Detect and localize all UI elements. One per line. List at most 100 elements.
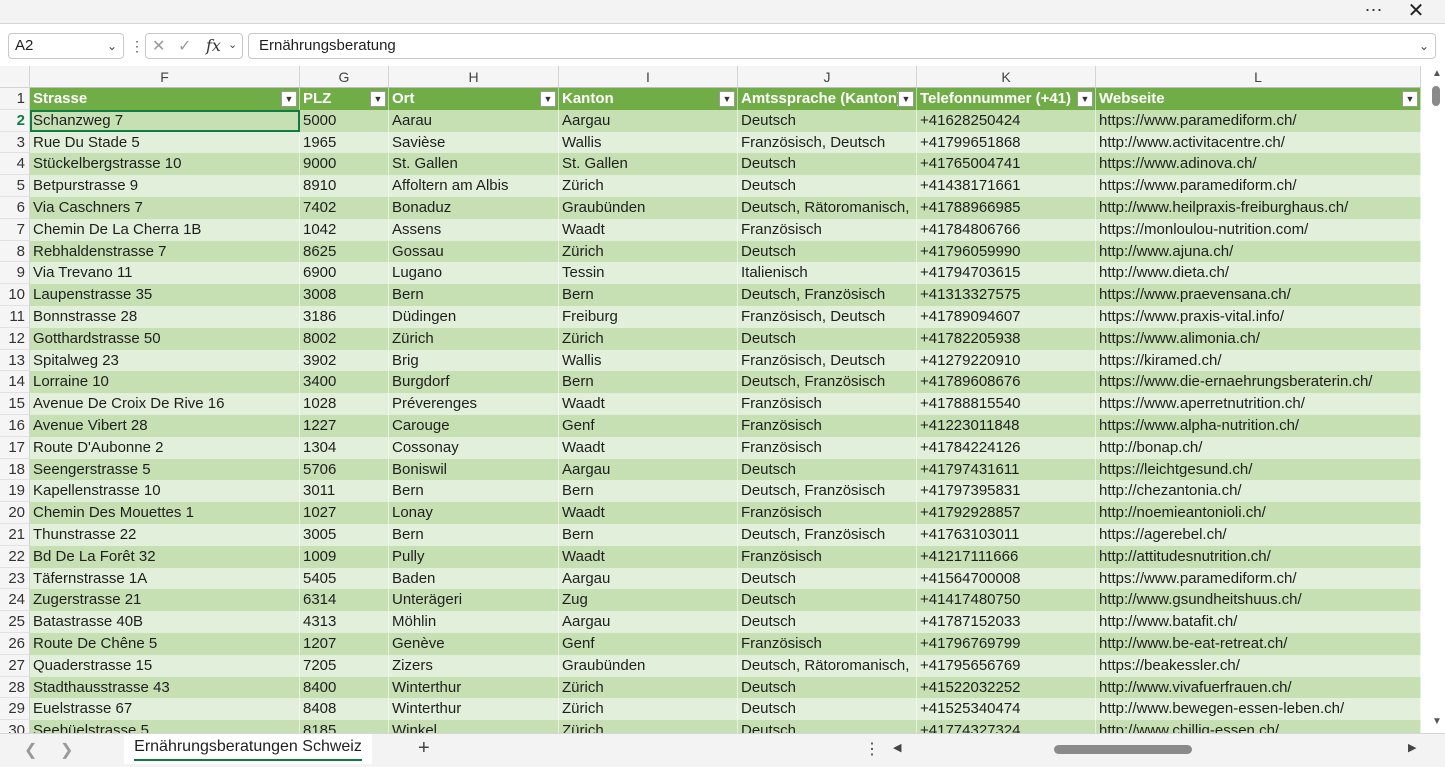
table-cell[interactable]: Deutsch: [738, 240, 917, 263]
table-cell[interactable]: https://www.praxis-vital.info/: [1096, 306, 1421, 328]
table-cell[interactable]: https://leichtgesund.ch/: [1096, 458, 1421, 481]
table-cell[interactable]: +41628250424: [917, 109, 1096, 132]
table-cell[interactable]: Genf: [559, 415, 738, 437]
table-cell[interactable]: Winterthur: [389, 698, 559, 721]
vertical-scroll-thumb[interactable]: [1432, 86, 1440, 106]
row-number[interactable]: 25: [0, 611, 30, 633]
table-cell[interactable]: Laupenstrasse 35: [30, 284, 300, 306]
table-cell[interactable]: 7205: [300, 654, 389, 677]
table-cell[interactable]: +41774327324: [917, 720, 1096, 733]
table-cell[interactable]: 5000: [300, 109, 389, 132]
column-header-j[interactable]: J: [738, 66, 917, 88]
table-cell[interactable]: Französisch: [738, 393, 917, 415]
table-cell[interactable]: 5706: [300, 458, 389, 481]
table-cell[interactable]: +41792928857: [917, 502, 1096, 524]
table-cell[interactable]: http://www.dieta.ch/: [1096, 262, 1421, 285]
table-cell[interactable]: Stadthausstrasse 43: [30, 676, 300, 699]
horizontal-scroll-thumb[interactable]: [1054, 745, 1192, 754]
sheet-tab-active[interactable]: Ernährungsberatungen Schweiz: [124, 734, 372, 764]
table-cell[interactable]: +41223011848: [917, 415, 1096, 437]
sheet-options-icon[interactable]: ⋮: [864, 739, 880, 759]
scroll-left-icon[interactable]: ◀: [893, 741, 901, 754]
table-cell[interactable]: Aargau: [559, 109, 738, 132]
expand-formula-icon[interactable]: ⌄: [1419, 34, 1429, 58]
table-cell[interactable]: 1227: [300, 415, 389, 437]
table-cell[interactable]: Seebüelstrasse 5: [30, 720, 300, 733]
table-cell[interactable]: Winterthur: [389, 676, 559, 699]
row-number[interactable]: 3: [0, 131, 30, 154]
table-cell[interactable]: Quaderstrasse 15: [30, 654, 300, 677]
table-cell[interactable]: Deutsch: [738, 589, 917, 612]
row-number[interactable]: 5: [0, 175, 30, 197]
table-cell[interactable]: Aargau: [559, 611, 738, 633]
table-cell[interactable]: http://www.gsundheitshuus.ch/: [1096, 589, 1421, 612]
filter-dropdown-icon[interactable]: ▼: [719, 91, 735, 107]
table-cell[interactable]: Zürich: [559, 676, 738, 699]
table-cell[interactable]: 1207: [300, 633, 389, 655]
table-cell[interactable]: Bern: [389, 480, 559, 503]
table-cell[interactable]: Französisch, Deutsch: [738, 131, 917, 154]
table-cell[interactable]: 6314: [300, 589, 389, 612]
table-cell[interactable]: +41313327575: [917, 284, 1096, 306]
table-cell[interactable]: 9000: [300, 153, 389, 176]
table-cell[interactable]: Via Trevano 11: [30, 262, 300, 285]
table-cell[interactable]: Avenue Vibert 28: [30, 415, 300, 437]
table-cell[interactable]: https://www.paramediform.ch/: [1096, 567, 1421, 590]
table-cell[interactable]: Zürich: [389, 327, 559, 350]
table-header-cell[interactable]: PLZ ▼: [300, 88, 389, 110]
row-number[interactable]: 17: [0, 436, 30, 459]
table-cell[interactable]: Zürich: [559, 720, 738, 733]
table-cell[interactable]: Zizers: [389, 654, 559, 677]
table-header-cell[interactable]: Amtssprache (Kanton) ▼: [738, 88, 917, 110]
check-icon[interactable]: ✓: [178, 36, 191, 56]
table-cell[interactable]: +41796769799: [917, 633, 1096, 655]
table-cell[interactable]: Cossonay: [389, 436, 559, 459]
table-cell[interactable]: Stückelbergstrasse 10: [30, 153, 300, 176]
table-cell[interactable]: http://www.bewegen-essen-leben.ch/: [1096, 698, 1421, 721]
table-cell[interactable]: 8625: [300, 240, 389, 263]
next-sheet-icon[interactable]: ❯: [60, 740, 73, 760]
chevron-down-icon[interactable]: ⌄: [107, 34, 117, 58]
table-cell[interactable]: +41797395831: [917, 480, 1096, 503]
column-header-l[interactable]: L: [1096, 66, 1421, 88]
table-cell[interactable]: 1009: [300, 545, 389, 568]
table-cell[interactable]: Zürich: [559, 698, 738, 721]
table-cell[interactable]: Pully: [389, 545, 559, 568]
table-cell[interactable]: 3005: [300, 524, 389, 546]
table-cell[interactable]: http://chezantonia.ch/: [1096, 480, 1421, 503]
table-cell[interactable]: Waadt: [559, 436, 738, 459]
table-cell[interactable]: http://www.ajuna.ch/: [1096, 240, 1421, 263]
table-cell[interactable]: http://noemieantonioli.ch/: [1096, 502, 1421, 524]
formula-bar-menu-icon[interactable]: ⋮: [130, 38, 144, 54]
table-cell[interactable]: 8185: [300, 720, 389, 733]
column-header-k[interactable]: K: [917, 66, 1096, 88]
table-cell[interactable]: http://www.be-eat-retreat.ch/: [1096, 633, 1421, 655]
table-cell[interactable]: +41797431611: [917, 458, 1096, 481]
table-cell[interactable]: 3186: [300, 306, 389, 328]
table-cell[interactable]: Graubünden: [559, 197, 738, 219]
scroll-down-icon[interactable]: ▼: [1432, 716, 1442, 727]
table-cell[interactable]: Route D'Aubonne 2: [30, 436, 300, 459]
table-cell[interactable]: Deutsch: [738, 611, 917, 633]
table-cell[interactable]: +41789608676: [917, 371, 1096, 394]
row-number[interactable]: 30: [0, 720, 30, 733]
table-cell[interactable]: https://www.alimonia.ch/: [1096, 327, 1421, 350]
table-cell[interactable]: Französisch: [738, 545, 917, 568]
table-cell[interactable]: +41765004741: [917, 153, 1096, 176]
close-icon[interactable]: ✕: [1404, 0, 1428, 22]
table-cell[interactable]: Waadt: [559, 393, 738, 415]
table-cell[interactable]: Lorraine 10: [30, 371, 300, 394]
table-cell[interactable]: Baden: [389, 567, 559, 590]
table-cell[interactable]: Zürich: [559, 175, 738, 197]
table-cell[interactable]: Deutsch, Französisch: [738, 524, 917, 546]
table-cell[interactable]: http://www.chillig-essen.ch/: [1096, 720, 1421, 733]
table-cell[interactable]: Wallis: [559, 131, 738, 154]
table-cell[interactable]: http://attitudesnutrition.ch/: [1096, 545, 1421, 568]
row-number[interactable]: 15: [0, 393, 30, 415]
table-cell[interactable]: Batastrasse 40B: [30, 611, 300, 633]
table-cell[interactable]: +41784224126: [917, 436, 1096, 459]
table-cell[interactable]: +41438171661: [917, 175, 1096, 197]
filter-dropdown-icon[interactable]: ▼: [281, 91, 297, 107]
table-cell[interactable]: +41796059990: [917, 240, 1096, 263]
scroll-right-icon[interactable]: ▶: [1408, 741, 1416, 754]
